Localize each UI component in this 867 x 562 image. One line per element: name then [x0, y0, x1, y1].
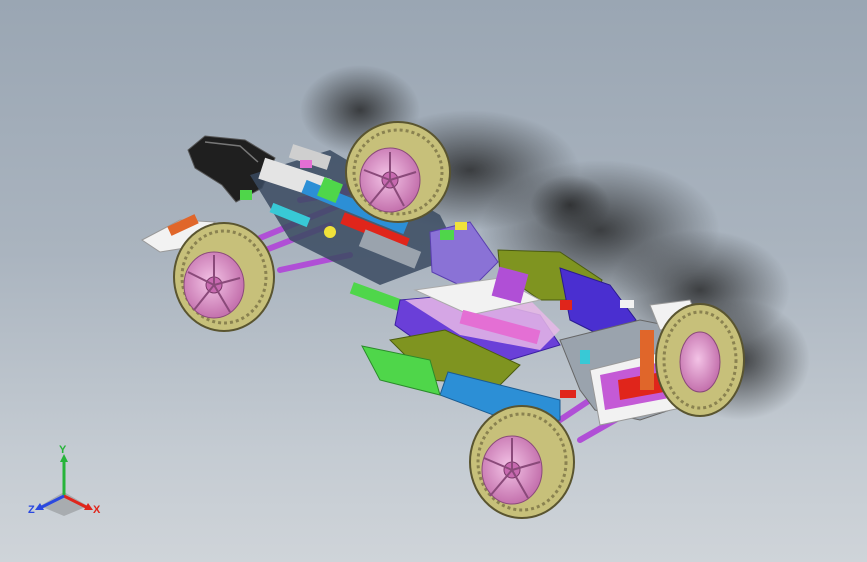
cad-viewport[interactable]: Y X Z [0, 0, 867, 562]
y-axis-label: Y [59, 444, 67, 456]
wheel-front-left[interactable] [469, 405, 575, 519]
axis-triad: Y X Z [22, 444, 106, 524]
wheel-rear-right[interactable] [345, 121, 451, 223]
z-axis-label: Z [28, 504, 35, 516]
wheel-front-right[interactable] [655, 303, 745, 417]
x-axis-label: X [93, 504, 101, 516]
wheel-rear-left[interactable] [173, 222, 275, 332]
car-assembly-model[interactable] [0, 0, 867, 562]
